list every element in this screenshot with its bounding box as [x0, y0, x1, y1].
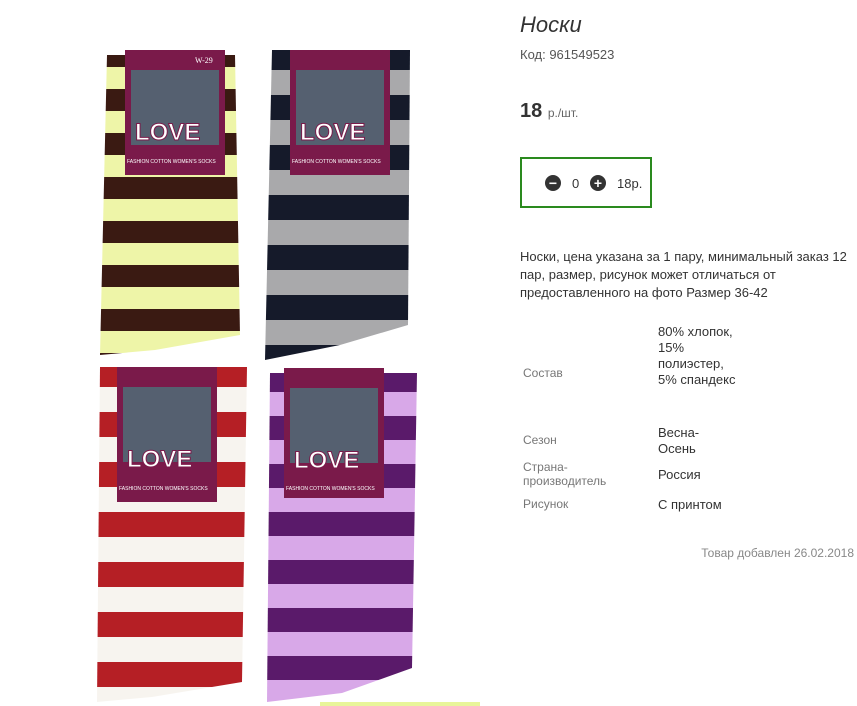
attr-value-pattern: С принтом	[658, 497, 722, 512]
product-title: Носки	[520, 12, 582, 37]
sock-pack-red-white: LOVE FASHION COTTON WOMEN'S SOCKS	[92, 362, 252, 702]
product-price: 18 р./шт.	[520, 100, 578, 123]
product-description: Носки, цена указана за 1 пару, минимальн…	[520, 249, 847, 300]
price-unit: р./шт.	[547, 106, 579, 120]
svg-text:LOVE: LOVE	[135, 119, 200, 146]
quantity-sum: 18р.	[617, 176, 643, 191]
sock-pack-purple-lilac: LOVE FASHION COTTON WOMEN'S SOCKS	[262, 368, 422, 702]
minus-circle-icon[interactable]: −	[545, 175, 561, 191]
attr-value-composition: 80% хлопок, 15% полиэстер, 5% спандекс	[658, 324, 736, 387]
sock-pack-brown-lime: LOVE W-29 FASHION COTTON WOMEN'S SOCKS	[95, 45, 245, 360]
attr-label-country: Страна-производитель	[523, 460, 607, 488]
svg-text:LOVE: LOVE	[127, 446, 192, 473]
product-code: Код: 961549523	[520, 47, 615, 62]
price-value: 18	[520, 100, 543, 122]
quantity-value[interactable]: 0	[572, 176, 579, 191]
svg-text:FASHION COTTON WOMEN'S SOCKS: FASHION COTTON WOMEN'S SOCKS	[292, 159, 381, 165]
pack-model: W-29	[195, 56, 213, 65]
sock-pack-navy-grey: LOVE FASHION COTTON WOMEN'S SOCKS	[260, 45, 420, 360]
attr-label-pattern: Рисунок	[523, 497, 569, 511]
attr-label-season: Сезон	[523, 433, 557, 447]
svg-text:FASHION COTTON WOMEN'S SOCKS: FASHION COTTON WOMEN'S SOCKS	[119, 486, 208, 492]
svg-text:FASHION COTTON WOMEN'S SOCKS: FASHION COTTON WOMEN'S SOCKS	[286, 486, 375, 492]
attr-value-season: Весна-Осень	[658, 425, 700, 456]
attr-value-country: Россия	[658, 467, 701, 482]
attr-label-composition: Состав	[523, 366, 563, 380]
svg-text:LOVE: LOVE	[294, 447, 359, 474]
bottom-accent	[320, 702, 480, 706]
product-photo[interactable]: LOVE W-29 FASHION COTTON WOMEN'S SOCKS L…	[0, 0, 500, 706]
quantity-box: − 0 + 18р.	[520, 157, 652, 208]
svg-text:FASHION COTTON WOMEN'S SOCKS: FASHION COTTON WOMEN'S SOCKS	[127, 159, 216, 165]
svg-text:LOVE: LOVE	[300, 119, 365, 146]
added-date: Товар добавлен 26.02.2018	[701, 546, 854, 560]
plus-circle-icon[interactable]: +	[590, 175, 606, 191]
